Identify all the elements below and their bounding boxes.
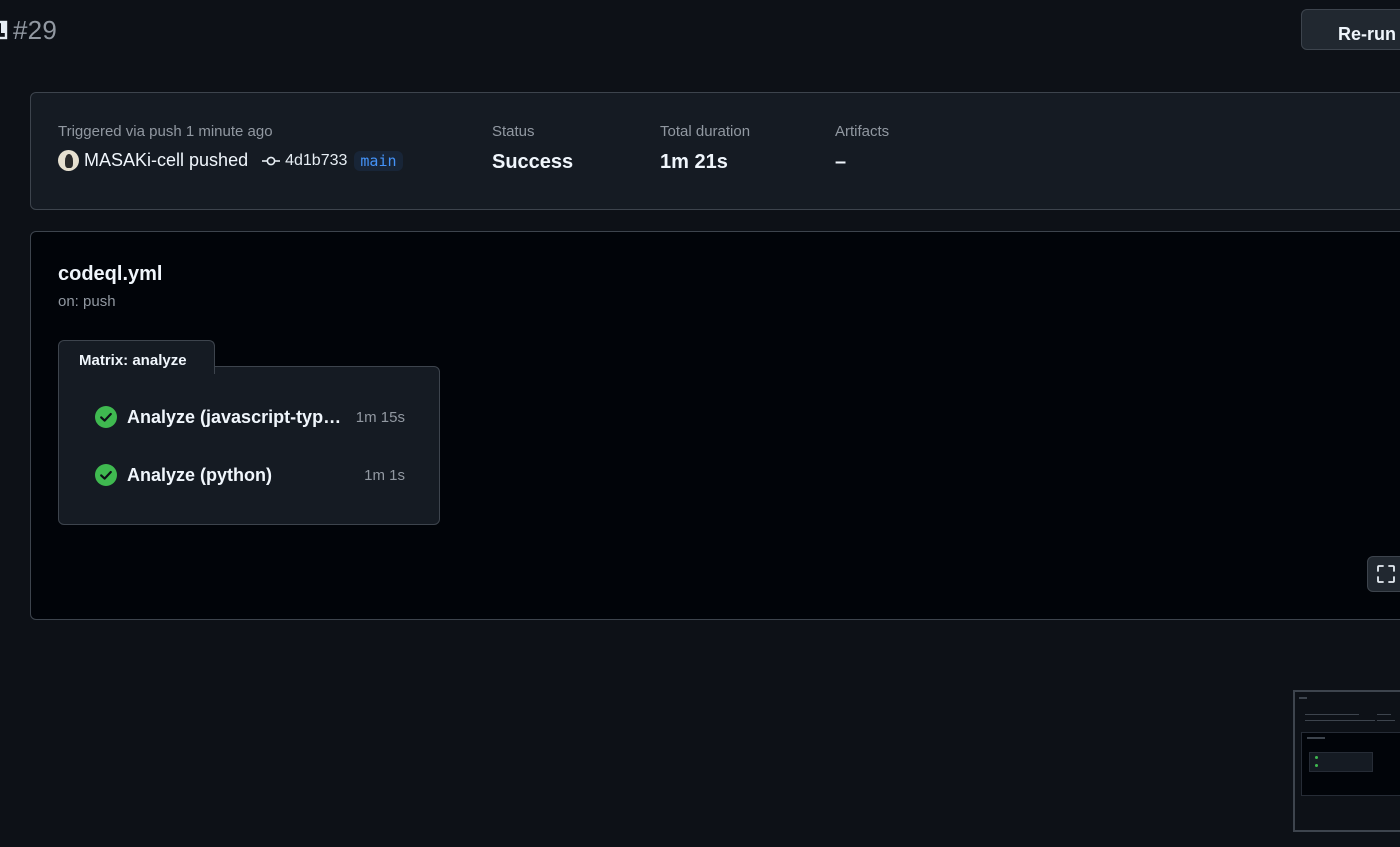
matrix-job-group: Analyze (javascript-typescript) 1m 15s A… xyxy=(58,366,440,525)
rerun-all-button[interactable]: Re-run all xyxy=(1301,9,1400,50)
minimap-job-group xyxy=(1309,752,1373,772)
workflow-trigger: on: push xyxy=(58,293,116,310)
minimap-mark xyxy=(1299,697,1307,699)
matrix-tab: Matrix: analyze xyxy=(58,340,215,374)
book-icon xyxy=(0,20,8,40)
fullscreen-icon xyxy=(1377,565,1395,583)
run-header: #29 xyxy=(0,12,57,48)
duration-value: 1m 21s xyxy=(660,151,728,173)
commit-link[interactable]: 4d1b733 xyxy=(285,152,347,170)
run-number: #29 xyxy=(13,14,57,45)
graph-minimap[interactable] xyxy=(1293,690,1400,832)
workflow-name: codeql.yml xyxy=(58,263,163,285)
job-duration: 1m 15s xyxy=(355,408,405,426)
duration-label: Total duration xyxy=(660,123,751,140)
trigger-text: Triggered via push 1 minute ago xyxy=(58,123,273,140)
fullscreen-button[interactable] xyxy=(1367,556,1400,592)
minimap-mark xyxy=(1307,737,1325,739)
matrix-label: Matrix: analyze xyxy=(79,352,187,369)
trigger-section: Triggered via push 1 minute ago MASAKi-c… xyxy=(58,123,403,171)
actor-link[interactable]: MASAKi-cell xyxy=(84,150,184,171)
job-row[interactable]: Analyze (python) 1m 1s xyxy=(95,463,405,487)
job-duration: 1m 1s xyxy=(364,466,405,484)
minimap-mark xyxy=(1377,714,1391,715)
avatar[interactable] xyxy=(58,150,79,171)
artifacts-value: – xyxy=(835,151,847,173)
artifacts-label: Artifacts xyxy=(835,123,890,140)
minimap-mark xyxy=(1305,714,1359,715)
branch-badge[interactable]: main xyxy=(354,150,403,171)
minimap-mark xyxy=(1305,720,1375,721)
push-info: MASAKi-cell pushed 4d1b733 main xyxy=(58,150,403,171)
minimap-mark xyxy=(1377,720,1395,721)
event-verb: pushed xyxy=(189,150,249,170)
check-circle-icon xyxy=(95,464,117,486)
git-commit-icon xyxy=(262,156,281,165)
minimap-job xyxy=(1315,764,1318,767)
minimap-job xyxy=(1315,756,1318,759)
job-row[interactable]: Analyze (javascript-typescript) 1m 15s xyxy=(95,405,405,429)
workflow-graph-panel: codeql.yml on: push Matrix: analyze Anal… xyxy=(30,231,1400,620)
artifacts-section: Artifacts – xyxy=(835,123,889,174)
job-name: Analyze (python) xyxy=(127,464,273,485)
status-section: Status Success xyxy=(492,123,573,174)
check-circle-icon xyxy=(95,406,117,428)
status-value: Success xyxy=(492,151,574,173)
run-summary-panel: Triggered via push 1 minute ago MASAKi-c… xyxy=(30,92,1400,210)
duration-section: Total duration 1m 21s xyxy=(660,123,750,174)
status-label: Status xyxy=(492,123,535,140)
job-name: Analyze (javascript-typescript) xyxy=(127,406,347,427)
